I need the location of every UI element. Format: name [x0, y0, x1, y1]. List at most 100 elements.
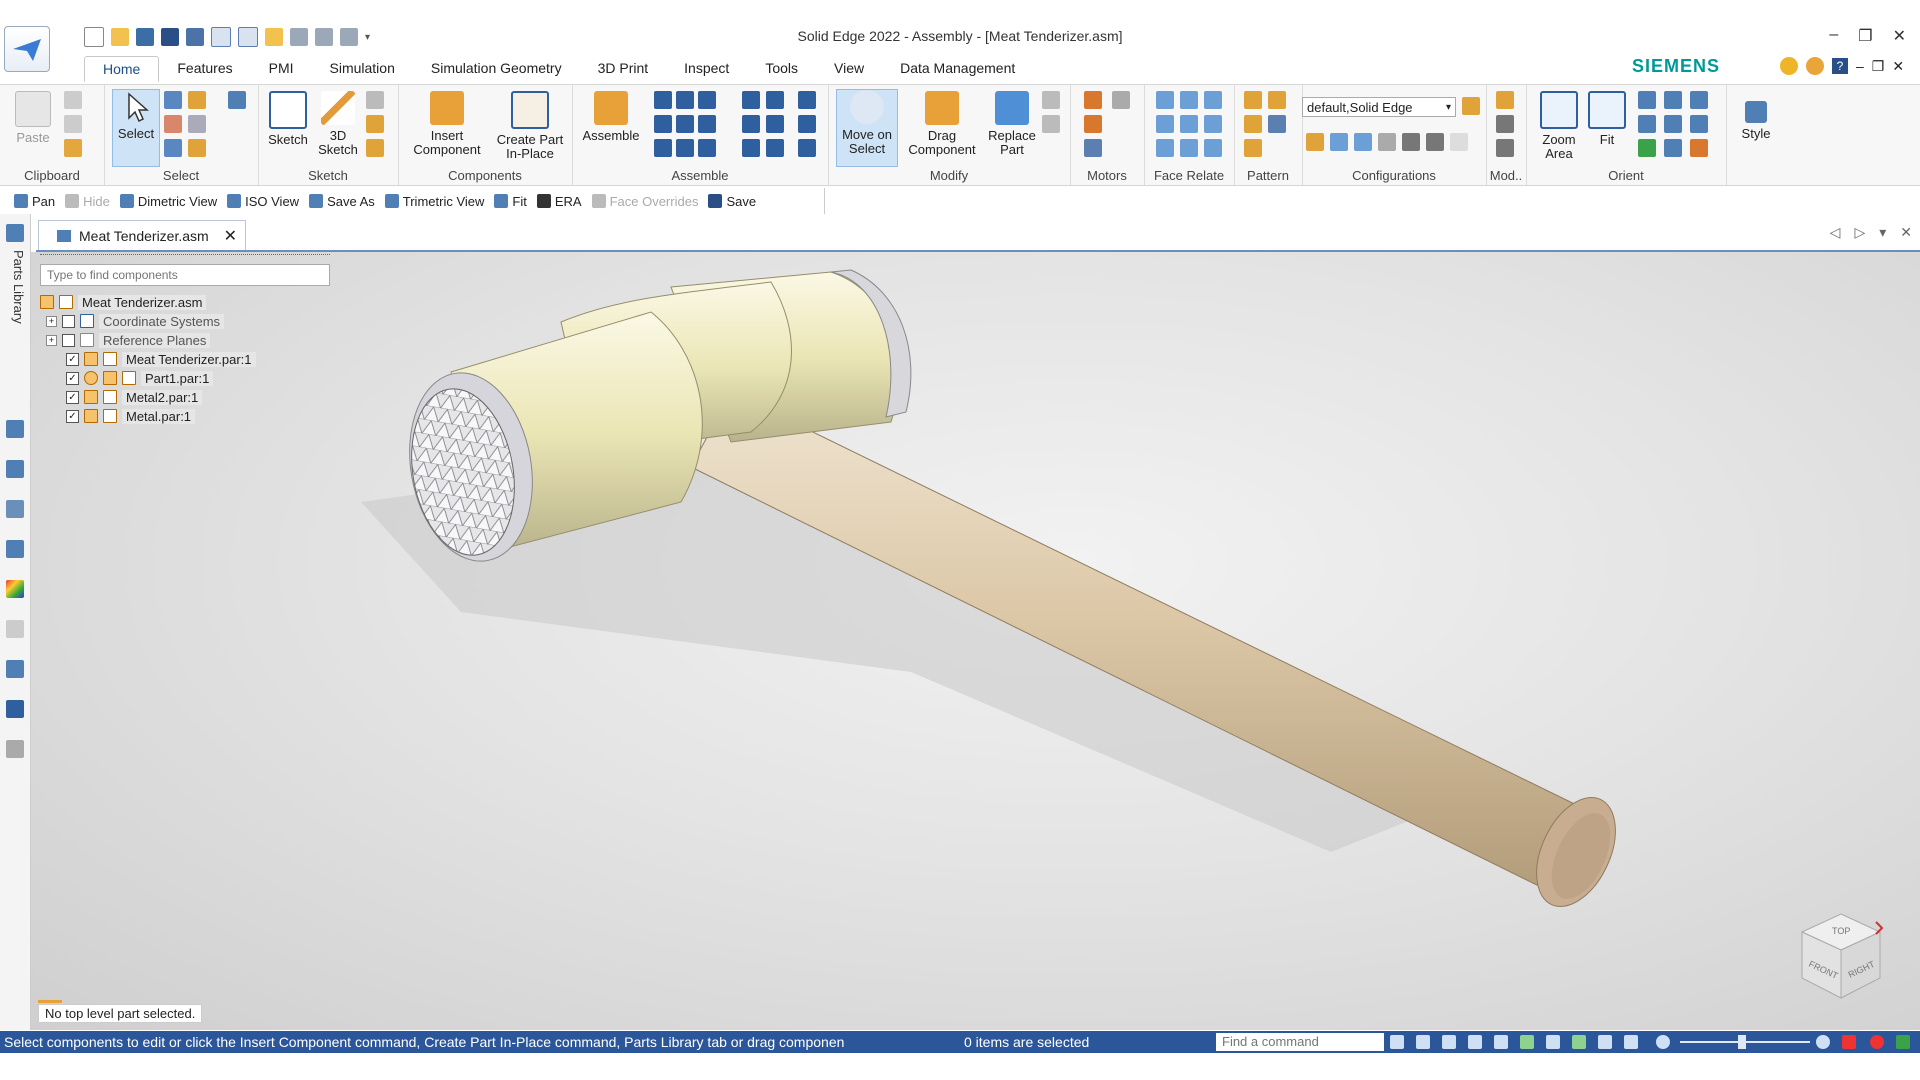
meat-tenderizer-model[interactable]: [31, 252, 1920, 1030]
visibility-checkbox[interactable]: [62, 333, 75, 347]
zoom-area-status-icon[interactable]: [1416, 1035, 1430, 1049]
iso-view-button[interactable]: ISO View: [227, 194, 299, 209]
color-palette-icon[interactable]: [6, 580, 24, 598]
relate-10-icon[interactable]: [742, 91, 760, 109]
sensors-icon[interactable]: [6, 660, 24, 678]
doc-restore-icon[interactable]: ❐: [1872, 58, 1885, 75]
face-relate-7-icon[interactable]: [1156, 139, 1174, 157]
tree-item-root[interactable]: Meat Tenderizer.asm: [40, 293, 207, 311]
paste-button[interactable]: Paste: [8, 91, 58, 145]
tab-simulation-geometry[interactable]: Simulation Geometry: [413, 56, 580, 82]
tab-list-icon[interactable]: ▾: [1879, 224, 1886, 241]
help-panel-icon[interactable]: [6, 460, 24, 478]
tab-simulation[interactable]: Simulation: [312, 56, 413, 82]
visibility-checkbox[interactable]: ✓: [66, 352, 79, 366]
restore-icon[interactable]: ❐: [1858, 26, 1872, 46]
config-tool-4-icon[interactable]: [1378, 133, 1396, 151]
rotate-icon[interactable]: [1664, 115, 1682, 133]
select-set-icon[interactable]: [188, 115, 206, 133]
face-relate-8-icon[interactable]: [1180, 139, 1198, 157]
select-group-icon[interactable]: [188, 139, 206, 157]
visibility-checkbox[interactable]: ✓: [66, 390, 79, 404]
pathfinder-icon[interactable]: [6, 420, 24, 438]
face-relate-1-icon[interactable]: [1156, 91, 1174, 109]
view-orient-3-icon[interactable]: [1690, 115, 1708, 133]
tab-pmi[interactable]: PMI: [251, 56, 312, 82]
smile-feedback-icon[interactable]: [1780, 57, 1798, 75]
relate-6-icon[interactable]: [698, 115, 716, 133]
dimetric-view-button[interactable]: Dimetric View: [119, 194, 217, 209]
tab-data-management[interactable]: Data Management: [882, 56, 1033, 82]
face-relate-4-icon[interactable]: [1156, 115, 1174, 133]
pattern-5-icon[interactable]: [1244, 139, 1262, 157]
motor-4-icon[interactable]: [1084, 139, 1102, 157]
component-search-input[interactable]: [40, 264, 330, 286]
face-relate-9-icon[interactable]: [1204, 139, 1222, 157]
rotate-status-icon[interactable]: [1520, 1035, 1534, 1049]
tab-inspect[interactable]: Inspect: [666, 56, 747, 82]
replace-part-button[interactable]: Replace Part: [984, 91, 1040, 157]
tab-home[interactable]: Home: [84, 56, 160, 82]
tree-item-part[interactable]: ✓ Part1.par:1: [66, 369, 214, 387]
document-tab[interactable]: Meat Tenderizer.asm ✕: [38, 220, 246, 250]
relate-3-icon[interactable]: [698, 91, 716, 109]
parts-library-icon[interactable]: [6, 224, 24, 242]
zoom-select-icon[interactable]: [228, 91, 246, 109]
pattern-3-icon[interactable]: [1244, 115, 1262, 133]
tab-view[interactable]: View: [816, 56, 882, 82]
zoom-slider-thumb[interactable]: [1738, 1035, 1746, 1049]
tree-item-coordinate-systems[interactable]: + Coordinate Systems: [46, 312, 225, 330]
pathfinder-grip[interactable]: [40, 254, 330, 258]
config-tool-1-icon[interactable]: [1306, 133, 1324, 151]
tree-item-part[interactable]: ✓ Meat Tenderizer.par:1: [66, 350, 256, 368]
relate-12-icon[interactable]: [798, 91, 816, 109]
motor-2-icon[interactable]: [1112, 91, 1130, 109]
chevron-left-icon[interactable]: ◁: [1830, 224, 1841, 241]
expand-icon[interactable]: +: [46, 315, 57, 327]
frown-feedback-icon[interactable]: [1806, 57, 1824, 75]
minimize-icon[interactable]: –: [1829, 26, 1838, 46]
select-tools-panel-icon[interactable]: [6, 540, 24, 558]
select-cursor-icon[interactable]: [164, 139, 182, 157]
modify-tool-1-icon[interactable]: [1042, 91, 1060, 109]
drag-component-button[interactable]: Drag Component: [900, 91, 984, 157]
view-cube[interactable]: TOP FRONT RIGHT: [1796, 908, 1886, 1004]
motor-1-icon[interactable]: [1084, 91, 1102, 109]
visibility-checkbox[interactable]: ✓: [66, 371, 79, 385]
relate-8-icon[interactable]: [676, 139, 694, 157]
config-tool-7-icon[interactable]: [1450, 133, 1468, 151]
select-tools-icon[interactable]: [188, 91, 206, 109]
style-button[interactable]: Style: [1732, 91, 1780, 141]
relate-11-icon[interactable]: [766, 91, 784, 109]
motor-3-icon[interactable]: [1084, 115, 1102, 133]
relate-9-icon[interactable]: [698, 139, 716, 157]
spin-status-icon[interactable]: [1546, 1035, 1560, 1049]
zoom-icon[interactable]: [1638, 91, 1656, 109]
save-as-button[interactable]: Save As: [309, 194, 375, 209]
config-tool-6-icon[interactable]: [1426, 133, 1444, 151]
relate-5-icon[interactable]: [676, 115, 694, 133]
pattern-1-icon[interactable]: [1244, 91, 1262, 109]
settings-panel-icon[interactable]: [6, 700, 24, 718]
close-all-icon[interactable]: ✕: [1900, 224, 1912, 241]
spin-icon[interactable]: [1638, 139, 1656, 157]
zoom-in-icon[interactable]: [1816, 1035, 1830, 1049]
filter-icon[interactable]: [164, 91, 182, 109]
zoom-status-icon[interactable]: [1442, 1035, 1456, 1049]
relate-2-icon[interactable]: [676, 91, 694, 109]
close-tab-icon[interactable]: ✕: [224, 226, 237, 246]
view-orient-2-icon[interactable]: [1690, 91, 1708, 109]
face-relate-3-icon[interactable]: [1204, 91, 1222, 109]
relate-14-icon[interactable]: [766, 115, 784, 133]
zoom-area-button[interactable]: Zoom Area: [1536, 91, 1582, 161]
visibility-checkbox[interactable]: ✓: [66, 409, 79, 423]
mod-2-icon[interactable]: [1496, 115, 1514, 133]
face-overrides-button[interactable]: Face Overrides: [591, 194, 698, 209]
config-tool-3-icon[interactable]: [1354, 133, 1372, 151]
view-status-icon[interactable]: [1572, 1035, 1586, 1049]
tab-tools[interactable]: Tools: [747, 56, 816, 82]
parts-library-tab[interactable]: Parts Library: [4, 250, 26, 324]
sketch-button[interactable]: Sketch: [264, 91, 312, 147]
relate-4-icon[interactable]: [654, 115, 672, 133]
zoom-out-icon[interactable]: [1656, 1035, 1670, 1049]
